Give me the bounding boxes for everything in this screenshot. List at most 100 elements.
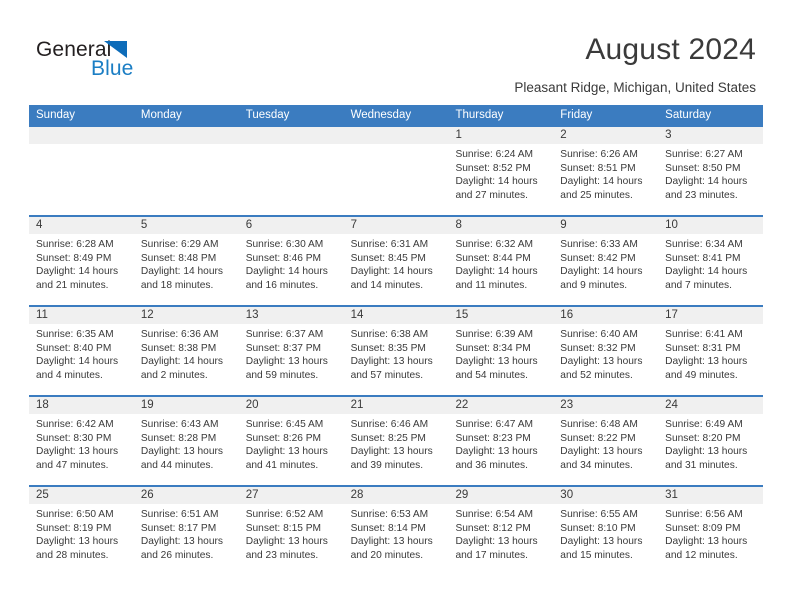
sunset-text: Sunset: 8:17 PM xyxy=(140,522,217,534)
calendar-day-cell[interactable]: 31 Sunrise: 6:56 AM Sunset: 8:09 PM Dayligh… xyxy=(658,487,764,575)
calendar-day-cell[interactable]: 8 Sunrise: 6:32 AM Sunset: 8:44 PM Daylight… xyxy=(448,217,554,305)
page-header: General Blue August 2024 Pleasant Ridge,… xyxy=(0,0,792,100)
calendar-day-details xyxy=(239,144,344,148)
page-subtitle-location: Pleasant Ridge, Michigan, United States xyxy=(514,80,756,95)
calendar-day-details: Sunrise: 6:38 AM Sunset: 8:35 PM Daylight:… xyxy=(344,324,449,382)
calendar-day-cell[interactable]: 29 Sunrise: 6:54 AM Sunset: 8:12 PM Dayligh… xyxy=(448,487,554,575)
daylight-text-line1: Daylight: 14 hours xyxy=(350,266,433,278)
daylight-text-line2: and 27 minutes. xyxy=(455,189,528,201)
sunrise-text: Sunrise: 6:28 AM xyxy=(36,239,114,250)
sunrise-text: Sunrise: 6:46 AM xyxy=(350,419,429,430)
daylight-text-line1: Daylight: 14 hours xyxy=(560,176,643,188)
sunrise-text: Sunrise: 6:27 AM xyxy=(665,149,743,160)
daylight-text-line1: Daylight: 14 hours xyxy=(455,176,538,188)
daylight-text-line1: Daylight: 13 hours xyxy=(245,446,328,458)
sunrise-text: Sunrise: 6:24 AM xyxy=(455,149,534,160)
calendar-day-details: Sunrise: 6:48 AM Sunset: 8:22 PM Daylight:… xyxy=(553,414,658,472)
daylight-text-line1: Daylight: 14 hours xyxy=(665,176,748,188)
sunrise-text: Sunrise: 6:37 AM xyxy=(245,329,324,340)
daylight-text-line1: Daylight: 13 hours xyxy=(560,536,643,548)
sunrise-text: Sunrise: 6:35 AM xyxy=(36,329,114,340)
calendar-day-number: 13 xyxy=(238,307,344,324)
sunset-text: Sunset: 8:30 PM xyxy=(36,432,112,444)
daylight-text-line2: and 7 minutes. xyxy=(665,279,732,291)
calendar-day-cell[interactable]: 28 Sunrise: 6:53 AM Sunset: 8:14 PM Dayligh… xyxy=(343,487,449,575)
sunset-text: Sunset: 8:45 PM xyxy=(350,252,426,264)
calendar-day-cell[interactable]: 7 Sunrise: 6:31 AM Sunset: 8:45 PM Daylight… xyxy=(343,217,449,305)
calendar-day-cell[interactable]: 25 Sunrise: 6:50 AM Sunset: 8:19 PM Dayligh… xyxy=(29,487,134,575)
calendar-day-number: 26 xyxy=(133,487,239,504)
calendar-day-number: 25 xyxy=(29,487,134,504)
calendar-day-number: 12 xyxy=(133,307,239,324)
calendar-day-cell[interactable]: 13 Sunrise: 6:37 AM Sunset: 8:37 PM Dayligh… xyxy=(238,307,344,395)
sunrise-text: Sunrise: 6:41 AM xyxy=(665,329,743,340)
calendar-day-cell[interactable]: 10 Sunrise: 6:34 AM Sunset: 8:41 PM Dayligh… xyxy=(658,217,764,305)
calendar-day-cell[interactable]: 23 Sunrise: 6:48 AM Sunset: 8:22 PM Dayligh… xyxy=(553,397,659,485)
sunrise-text: Sunrise: 6:51 AM xyxy=(140,509,219,520)
calendar-day-details: Sunrise: 6:27 AM Sunset: 8:50 PM Daylight:… xyxy=(658,144,763,202)
calendar-day-cell[interactable]: 9 Sunrise: 6:33 AM Sunset: 8:42 PM Daylight… xyxy=(553,217,659,305)
calendar-day-details: Sunrise: 6:42 AM Sunset: 8:30 PM Daylight:… xyxy=(29,414,134,472)
sunrise-text: Sunrise: 6:55 AM xyxy=(560,509,638,520)
calendar-day-details: Sunrise: 6:49 AM Sunset: 8:20 PM Daylight:… xyxy=(658,414,763,472)
calendar-day-cell[interactable]: 16 Sunrise: 6:40 AM Sunset: 8:32 PM Dayligh… xyxy=(553,307,659,395)
calendar-day-details: Sunrise: 6:34 AM Sunset: 8:41 PM Daylight:… xyxy=(658,234,763,292)
calendar-day-number xyxy=(29,127,134,144)
calendar-day-cell[interactable]: 6 Sunrise: 6:30 AM Sunset: 8:46 PM Daylight… xyxy=(238,217,344,305)
calendar-day-details: Sunrise: 6:43 AM Sunset: 8:28 PM Daylight:… xyxy=(134,414,239,472)
calendar-day-cell[interactable]: 2 Sunrise: 6:26 AM Sunset: 8:51 PM Daylight… xyxy=(553,127,659,215)
calendar-grid: Sunday Monday Tuesday Wednesday Thursday Frid… xyxy=(29,105,764,575)
daylight-text-line1: Daylight: 13 hours xyxy=(140,446,223,458)
calendar-day-cell[interactable]: 24 Sunrise: 6:49 AM Sunset: 8:20 PM Dayligh… xyxy=(658,397,764,485)
calendar-header-row: Sunday Monday Tuesday Wednesday Thursday Frid… xyxy=(29,105,763,125)
sunset-text: Sunset: 8:37 PM xyxy=(245,342,322,354)
daylight-text-line1: Daylight: 14 hours xyxy=(455,266,538,278)
calendar-day-details: Sunrise: 6:37 AM Sunset: 8:37 PM Daylight:… xyxy=(239,324,344,382)
sunset-text: Sunset: 8:35 PM xyxy=(350,342,426,354)
daylight-text-line2: and 52 minutes. xyxy=(560,369,633,381)
calendar-day-cell[interactable]: 15 Sunrise: 6:39 AM Sunset: 8:34 PM Dayligh… xyxy=(448,307,554,395)
calendar-day-details: Sunrise: 6:28 AM Sunset: 8:49 PM Daylight:… xyxy=(29,234,134,292)
calendar-day-cell[interactable]: 4 Sunrise: 6:28 AM Sunset: 8:49 PM Daylight… xyxy=(29,217,134,305)
calendar-day-details xyxy=(344,144,449,148)
daylight-text-line2: and 21 minutes. xyxy=(36,279,109,291)
calendar-day-number: 31 xyxy=(658,487,764,504)
sunset-text: Sunset: 8:23 PM xyxy=(455,432,531,444)
calendar-day-cell[interactable]: 27 Sunrise: 6:52 AM Sunset: 8:15 PM Dayligh… xyxy=(238,487,344,575)
logo-triangle-icon xyxy=(104,41,127,58)
daylight-text-line2: and 23 minutes. xyxy=(665,189,738,201)
calendar-day-cell[interactable]: 21 Sunrise: 6:46 AM Sunset: 8:25 PM Dayligh… xyxy=(343,397,449,485)
sunrise-text: Sunrise: 6:54 AM xyxy=(455,509,534,520)
sunset-text: Sunset: 8:31 PM xyxy=(665,342,741,354)
sunset-text: Sunset: 8:38 PM xyxy=(140,342,217,354)
calendar-day-cell[interactable]: 26 Sunrise: 6:51 AM Sunset: 8:17 PM Dayligh… xyxy=(133,487,239,575)
calendar-day-cell[interactable]: 30 Sunrise: 6:55 AM Sunset: 8:10 PM Dayligh… xyxy=(553,487,659,575)
daylight-text-line2: and 23 minutes. xyxy=(245,549,319,561)
daylight-text-line2: and 44 minutes. xyxy=(140,459,214,471)
calendar-day-cell[interactable]: 18 Sunrise: 6:42 AM Sunset: 8:30 PM Dayligh… xyxy=(29,397,134,485)
calendar-day-cell[interactable]: 1 Sunrise: 6:24 AM Sunset: 8:52 PM Daylight… xyxy=(448,127,554,215)
calendar-day-details: Sunrise: 6:26 AM Sunset: 8:51 PM Daylight:… xyxy=(553,144,658,202)
calendar-day-cell[interactable]: 17 Sunrise: 6:41 AM Sunset: 8:31 PM Dayligh… xyxy=(658,307,764,395)
general-blue-logo[interactable]: General Blue xyxy=(36,38,196,82)
daylight-text-line2: and 12 minutes. xyxy=(665,549,738,561)
sunrise-text: Sunrise: 6:39 AM xyxy=(455,329,534,340)
calendar-day-cell[interactable]: 11 Sunrise: 6:35 AM Sunset: 8:40 PM Dayligh… xyxy=(29,307,134,395)
daylight-text-line2: and 59 minutes. xyxy=(245,369,319,381)
calendar-day-cell[interactable]: 19 Sunrise: 6:43 AM Sunset: 8:28 PM Dayligh… xyxy=(133,397,239,485)
calendar-day-cell[interactable]: 20 Sunrise: 6:45 AM Sunset: 8:26 PM Dayligh… xyxy=(238,397,344,485)
daylight-text-line2: and 49 minutes. xyxy=(665,369,738,381)
calendar-day-cell[interactable]: 22 Sunrise: 6:47 AM Sunset: 8:23 PM Dayligh… xyxy=(448,397,554,485)
sunset-text: Sunset: 8:41 PM xyxy=(665,252,741,264)
calendar-day-cell[interactable]: 14 Sunrise: 6:38 AM Sunset: 8:35 PM Dayligh… xyxy=(343,307,449,395)
calendar-day-number: 27 xyxy=(238,487,344,504)
daylight-text-line1: Daylight: 14 hours xyxy=(140,266,223,278)
calendar-day-number: 23 xyxy=(553,397,659,414)
daylight-text-line2: and 15 minutes. xyxy=(560,549,633,561)
calendar-day-details: Sunrise: 6:50 AM Sunset: 8:19 PM Daylight:… xyxy=(29,504,134,562)
calendar-day-cell[interactable]: 12 Sunrise: 6:36 AM Sunset: 8:38 PM Dayligh… xyxy=(133,307,239,395)
calendar-day-cell[interactable]: 5 Sunrise: 6:29 AM Sunset: 8:48 PM Daylight… xyxy=(133,217,239,305)
daylight-text-line1: Daylight: 13 hours xyxy=(245,536,328,548)
calendar-dayname-tuesday: Tuesday xyxy=(245,109,290,121)
calendar-day-cell[interactable]: 3 Sunrise: 6:27 AM Sunset: 8:50 PM Daylight… xyxy=(658,127,764,215)
